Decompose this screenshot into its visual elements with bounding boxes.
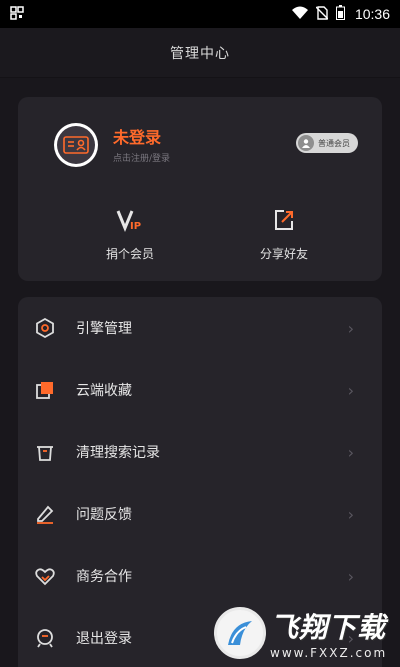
menu-item-label: 退出登录 bbox=[76, 631, 132, 647]
profile-card: 未登录 点击注册/登录 普通会员 IP 捐个会员 分享好友 bbox=[18, 97, 382, 281]
chevron-right-icon: › bbox=[347, 442, 354, 462]
share-icon bbox=[272, 205, 296, 235]
wifi-icon bbox=[291, 6, 308, 23]
status-time: 10:36 bbox=[354, 6, 390, 22]
avatar[interactable] bbox=[54, 123, 98, 167]
bookmark-stack-icon bbox=[34, 379, 56, 401]
logout-icon bbox=[34, 627, 56, 649]
battery-icon bbox=[335, 5, 345, 23]
menu-item-label: 清理搜索记录 bbox=[76, 445, 160, 461]
header: 管理中心 bbox=[0, 28, 400, 78]
pencil-icon bbox=[34, 503, 56, 525]
menu-item-feedback[interactable]: 问题反馈 › bbox=[18, 483, 382, 545]
chevron-right-icon: › bbox=[347, 318, 354, 338]
menu-item-engine[interactable]: 引擎管理 › bbox=[18, 297, 382, 359]
svg-text:IP: IP bbox=[130, 221, 141, 232]
menu-item-label: 引擎管理 bbox=[76, 321, 132, 337]
menu-item-clear-history[interactable]: 清理搜索记录 › bbox=[18, 421, 382, 483]
donate-vip-button[interactable]: IP 捐个会员 bbox=[70, 205, 190, 262]
menu-item-cloud-favorites[interactable]: 云端收藏 › bbox=[18, 359, 382, 421]
hexagon-gear-icon bbox=[34, 317, 56, 339]
id-card-icon bbox=[63, 136, 89, 154]
vip-icon: IP bbox=[116, 205, 144, 235]
chevron-right-icon: › bbox=[347, 504, 354, 524]
member-badge: 普通会员 bbox=[296, 133, 358, 153]
watermark-logo-icon bbox=[214, 606, 266, 659]
donate-vip-label: 捐个会员 bbox=[105, 247, 154, 261]
menu-item-label: 商务合作 bbox=[76, 569, 132, 585]
trash-icon bbox=[34, 441, 56, 463]
user-icon bbox=[298, 135, 314, 151]
share-friends-label: 分享好友 bbox=[259, 247, 308, 261]
menu-item-label: 云端收藏 bbox=[76, 383, 132, 399]
watermark-url: www.FXXZ.com bbox=[270, 645, 388, 660]
qr-icon bbox=[10, 5, 24, 24]
watermark-name: 飞翔下载 bbox=[270, 610, 387, 644]
no-sim-icon bbox=[315, 5, 329, 23]
share-friends-button[interactable]: 分享好友 bbox=[224, 205, 344, 262]
watermark: 飞翔下载 www.FXXZ.com bbox=[214, 598, 400, 667]
login-title[interactable]: 未登录 bbox=[113, 124, 161, 148]
page-title: 管理中心 bbox=[170, 45, 230, 62]
status-bar: 10:36 bbox=[0, 0, 400, 28]
chevron-right-icon: › bbox=[347, 380, 354, 400]
login-subtitle[interactable]: 点击注册/登录 bbox=[113, 151, 170, 164]
member-badge-label: 普通会员 bbox=[318, 138, 350, 148]
handshake-heart-icon bbox=[34, 565, 56, 587]
menu-item-label: 问题反馈 bbox=[76, 507, 132, 523]
chevron-right-icon: › bbox=[347, 566, 354, 586]
